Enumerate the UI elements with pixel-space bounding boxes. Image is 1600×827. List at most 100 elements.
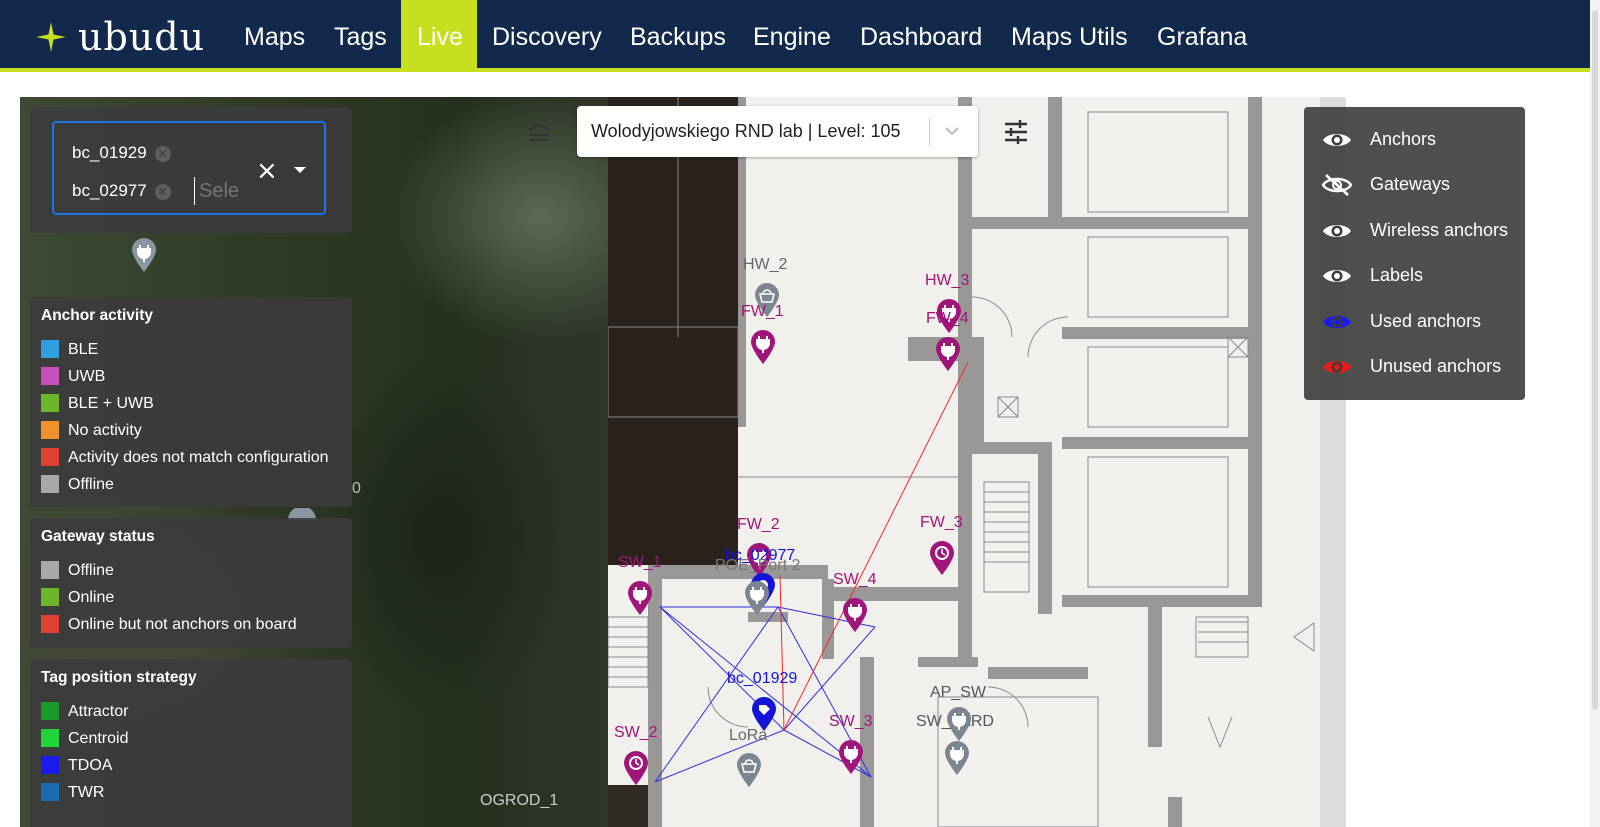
- legend-row: Centroid: [41, 728, 128, 750]
- nav-grafana[interactable]: Grafana: [1141, 0, 1263, 68]
- legend-label: TWR: [68, 784, 105, 801]
- nav-engine[interactable]: Engine: [737, 0, 847, 68]
- legend-title: Gateway status: [41, 528, 155, 545]
- tag-chip[interactable]: bc_01929 ✕: [64, 139, 179, 167]
- dropdown-arrow-icon[interactable]: [294, 167, 306, 173]
- legend-label: UWB: [68, 368, 106, 385]
- layer-toggle-gateways[interactable]: Gateways: [1322, 169, 1450, 199]
- label-sw3: SW_3: [829, 713, 873, 730]
- eye-off-icon[interactable]: [1322, 173, 1352, 197]
- eye-icon[interactable]: [1322, 312, 1352, 332]
- legend-swatch: [41, 421, 59, 439]
- legend-row: Offline: [41, 560, 114, 582]
- layer-toggle-wireless-anchors[interactable]: Wireless anchors: [1322, 215, 1508, 245]
- level-select[interactable]: Wolodyjowskiego RND lab | Level: 105: [577, 106, 978, 157]
- eye-icon[interactable]: [1322, 357, 1352, 377]
- legend-row: No activity: [41, 420, 142, 442]
- legend-swatch: [41, 756, 59, 774]
- layer-visibility-panel: Anchors Gateways Wireless anchors Labels…: [1304, 107, 1525, 400]
- gateway-pin-icon[interactable]: [131, 237, 157, 273]
- label-hw3: HW_3: [925, 272, 970, 289]
- layer-toggle-labels[interactable]: Labels: [1322, 260, 1423, 290]
- gateway-pin-icon[interactable]: [946, 706, 972, 742]
- chevron-down-icon[interactable]: [943, 124, 961, 138]
- legend-row: Activity does not match configuration: [41, 447, 329, 469]
- layer-toggle-used-anchors[interactable]: Used anchors: [1322, 306, 1481, 336]
- gateway-pin-icon[interactable]: [744, 580, 770, 616]
- layer-label: Anchors: [1370, 129, 1437, 149]
- nav-backups[interactable]: Backups: [614, 0, 742, 68]
- legend-row: TWR: [41, 782, 104, 804]
- legend-swatch: [41, 783, 59, 801]
- tag-chip-label: bc_01929: [72, 143, 147, 162]
- brand-logo[interactable]: ubudu: [34, 12, 205, 62]
- nav-maps-utils[interactable]: Maps Utils: [995, 0, 1144, 68]
- gateway-status-legend: Gateway status Offline Online Online but…: [30, 518, 352, 648]
- layer-toggle-anchors[interactable]: Anchors: [1322, 124, 1436, 154]
- tag-multiselect[interactable]: bc_01929 ✕ bc_02977 ✕ ×: [52, 121, 326, 215]
- legend-swatch: [41, 615, 59, 633]
- clock-anchor-pin-icon[interactable]: [929, 540, 955, 576]
- layer-toggle-unused-anchors[interactable]: Unused anchors: [1322, 351, 1501, 381]
- legend-label: No activity: [68, 422, 142, 439]
- legend-swatch: [41, 588, 59, 606]
- layer-label: Gateways: [1370, 174, 1451, 194]
- anchor-pin-icon[interactable]: [627, 580, 653, 616]
- tag-chip-label: bc_02977: [72, 181, 147, 200]
- nav-live[interactable]: Live: [401, 0, 477, 68]
- anchor-pin-icon[interactable]: [750, 329, 776, 365]
- label-ogrod: OGROD_1: [480, 792, 559, 809]
- gateway-pin-icon[interactable]: [736, 752, 762, 788]
- anchor-pin-icon[interactable]: [842, 597, 868, 633]
- page-scrollbar[interactable]: [1590, 0, 1600, 827]
- legend-title: Tag position strategy: [41, 669, 197, 686]
- eye-icon[interactable]: [1322, 130, 1352, 150]
- eye-icon[interactable]: [1322, 221, 1352, 241]
- legend-swatch: [41, 367, 59, 385]
- legend-label: BLE + UWB: [68, 395, 154, 412]
- tag-select-panel: bc_01929 ✕ bc_02977 ✕ ×: [30, 107, 352, 233]
- gateway-pin-icon[interactable]: [944, 740, 970, 776]
- legend-label: Attractor: [68, 703, 129, 720]
- clear-icon[interactable]: ×: [256, 158, 278, 184]
- legend-label: Offline: [68, 562, 114, 579]
- nav-maps[interactable]: Maps: [228, 0, 321, 68]
- tag-search-input[interactable]: [194, 177, 249, 205]
- label-tag-bc01929: bc_01929: [727, 670, 798, 687]
- legend-swatch: [41, 340, 59, 358]
- brand-name: ubudu: [78, 15, 206, 59]
- legend-row: Online but not anchors on board: [41, 614, 297, 636]
- layer-label: Wireless anchors: [1370, 220, 1509, 240]
- filter-settings-icon[interactable]: [1002, 118, 1030, 146]
- legend-row: UWB: [41, 366, 105, 388]
- legend-swatch: [41, 448, 59, 466]
- anchor-pin-icon[interactable]: [838, 739, 864, 775]
- label-sw2: SW_2: [614, 724, 658, 741]
- legend-row: Online: [41, 587, 114, 609]
- legend-row: BLE + UWB: [41, 393, 154, 415]
- label-fw4: FW_4: [926, 310, 969, 327]
- label-fw3: FW_3: [920, 514, 963, 531]
- label-fw2: FW_2: [737, 516, 780, 533]
- nav-tags[interactable]: Tags: [318, 0, 403, 68]
- legend-title: Anchor activity: [41, 307, 153, 324]
- chip-remove-icon[interactable]: ✕: [154, 183, 171, 200]
- scrollbar-thumb[interactable]: [1592, 10, 1598, 710]
- label-edge: 0: [352, 480, 361, 497]
- layers-icon[interactable]: [527, 124, 551, 142]
- legend-swatch: [41, 561, 59, 579]
- legend-label: Online but not anchors on board: [68, 616, 297, 633]
- chip-remove-icon[interactable]: ✕: [154, 145, 171, 162]
- legend-swatch: [41, 394, 59, 412]
- tag-chip[interactable]: bc_02977 ✕: [64, 177, 179, 205]
- nav-discovery[interactable]: Discovery: [476, 0, 618, 68]
- top-navbar: ubudu Maps Tags Live Discovery Backups E…: [0, 0, 1590, 72]
- anchor-pin-icon[interactable]: [935, 336, 961, 372]
- label-sw1: SW_1: [618, 554, 662, 571]
- legend-label: BLE: [68, 341, 99, 358]
- label-lora: LoRa: [729, 727, 768, 744]
- nav-dashboard[interactable]: Dashboard: [844, 0, 998, 68]
- clock-anchor-pin-icon[interactable]: [623, 750, 649, 786]
- eye-icon[interactable]: [1322, 266, 1352, 286]
- label-sw4: SW_4: [833, 571, 877, 588]
